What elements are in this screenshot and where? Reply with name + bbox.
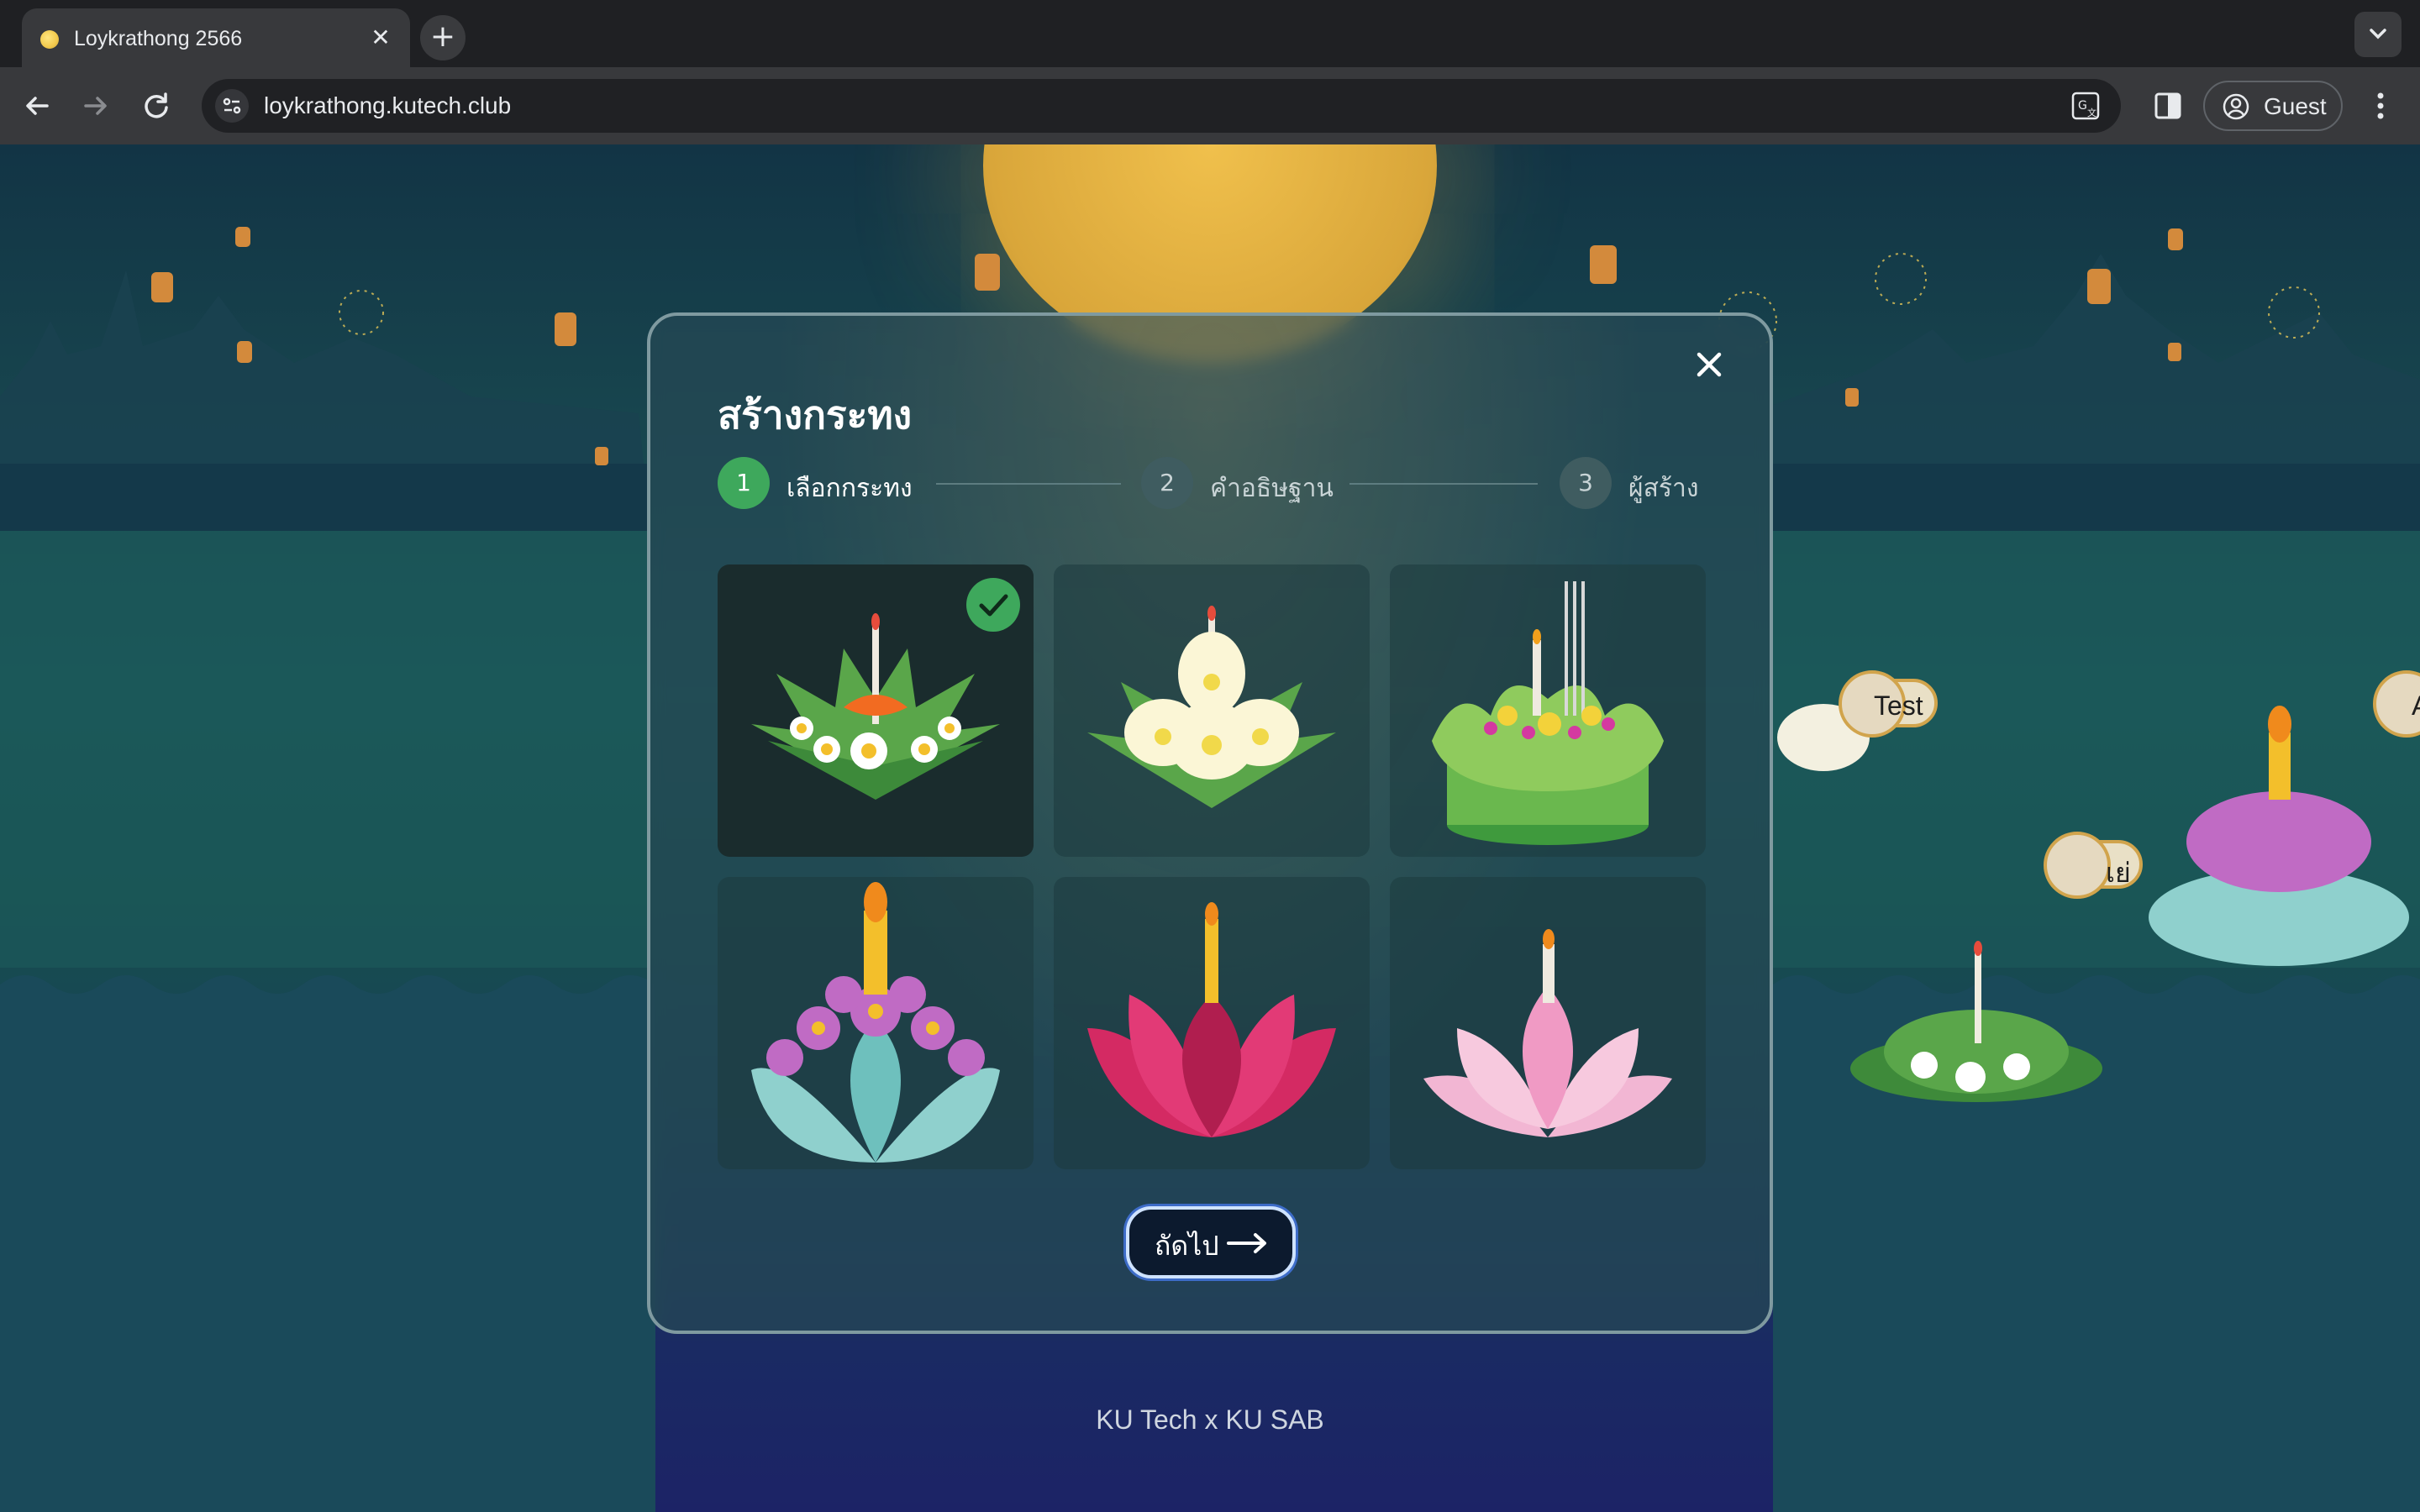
krathong-option-blue-lotus[interactable] [718,877,1034,1169]
side-panel-icon[interactable] [2151,87,2185,124]
next-button-label: ถัดไป [1155,1230,1219,1262]
create-krathong-dialog: สร้างกระทง 1 เลือกกระทง 2 คำอธิษฐาน 3 ผู… [647,312,1773,1334]
selected-check-icon [966,578,1020,632]
site-info-icon[interactable] [215,89,249,123]
floating-name: Test [1874,690,1923,721]
step-label: เลือกกระทง [786,474,913,503]
reload-icon[interactable] [138,87,175,124]
krathong-option-frangipani[interactable] [1054,564,1370,857]
floating-krathong-name-tag: Test [1839,670,1938,738]
step-label: ผู้สร้าง [1628,474,1699,503]
next-button[interactable]: ถัดไป [1126,1206,1296,1278]
url-text[interactable]: loykrathong.kutech.club [264,92,511,119]
floating-krathong-name-tag: เย่ [2044,832,2143,899]
step-connector [936,483,1121,485]
profile-icon [2223,93,2249,120]
floating-krathong-name-tag: A [2373,670,2420,738]
tab-title: Loykrathong 2566 [74,27,243,50]
krathong-option-banana-leaf[interactable] [718,564,1034,857]
forward-arrow-icon[interactable] [77,87,114,124]
svg-text:G: G [2078,99,2087,113]
floating-name: A [2412,690,2420,722]
browser-toolbar: loykrathong.kutech.club G文 Guest [0,67,2420,144]
profile-label: Guest [2264,93,2327,119]
krathong-frangipani-illustration [1087,606,1336,808]
krathong-option-pink-lotus[interactable] [1390,877,1706,1169]
svg-text:文: 文 [2087,107,2096,118]
floating-name: เย่ [2106,858,2131,888]
back-arrow-icon[interactable] [18,87,55,124]
moon-favicon-icon [40,30,59,49]
tab-strip: Loykrathong 2566 ✕ + [0,0,2420,67]
plus-icon: + [429,19,456,54]
new-tab-button[interactable]: + [420,15,466,60]
krathong-option-red-lotus[interactable] [1054,877,1370,1169]
krathong-option-incense[interactable] [1390,564,1706,857]
arrow-right-icon [1227,1233,1266,1253]
krathong-incense-illustration [1432,581,1664,845]
krathong-blue-lotus-illustration [751,882,1000,1163]
page-background: Test เย่ A สร้างกระทง 1 เลือกกระทง 2 คำอ… [0,144,2420,1512]
step-number: 3 [1560,457,1612,509]
step-number: 1 [718,457,770,509]
translate-icon[interactable]: G文 [2070,91,2101,121]
avatar [2044,832,2111,899]
dialog-title: สร้างกระทง [718,392,913,438]
krathong-red-lotus-illustration [1087,902,1336,1137]
tab-search-button[interactable] [2354,12,2402,57]
krathong-pink-lotus-illustration [1423,929,1672,1137]
browser-tab[interactable]: Loykrathong 2566 ✕ [22,8,410,67]
footer-credit: KU Tech x KU SAB [1096,1404,1324,1435]
step-number: 2 [1141,457,1193,509]
address-bar[interactable]: loykrathong.kutech.club G文 [202,79,2121,133]
more-vert-icon[interactable] [2368,86,2393,126]
close-icon[interactable] [1686,341,1733,388]
profile-button[interactable]: Guest [2203,81,2343,131]
stepper: 1 เลือกกระทง 2 คำอธิษฐาน 3 ผู้สร้าง [718,457,1706,509]
chevron-down-icon [2370,29,2386,39]
close-icon[interactable]: ✕ [366,24,395,52]
step-connector [1349,483,1538,485]
step-label: คำอธิษฐาน [1210,474,1334,503]
